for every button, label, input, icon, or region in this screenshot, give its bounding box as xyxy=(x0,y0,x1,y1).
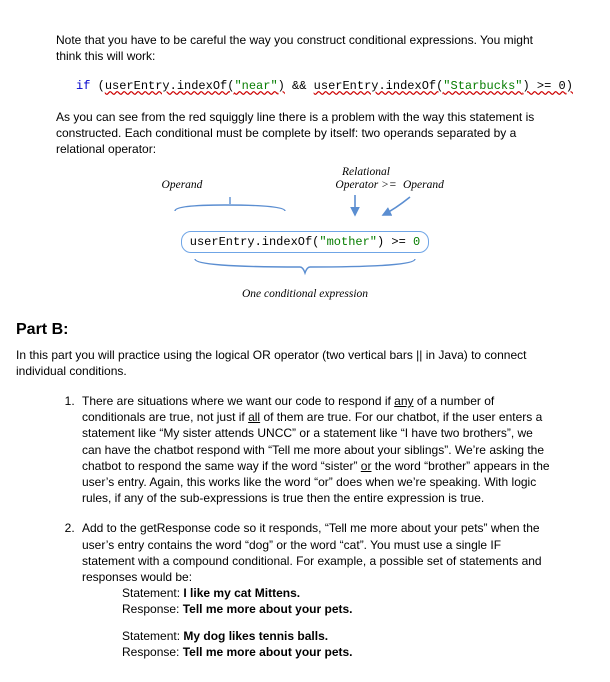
kw-if: if xyxy=(76,79,90,93)
code-call-1a: userEntry.indexOf( xyxy=(105,79,235,93)
code-str2: "Starbucks" xyxy=(443,79,522,93)
list-item-1: There are situations where we want our c… xyxy=(78,393,554,506)
diagram-caption: One conditional expression xyxy=(137,287,473,303)
partb-intro: In this part you will practice using the… xyxy=(16,347,554,379)
code-close: ) xyxy=(566,79,573,93)
partb-heading: Part B: xyxy=(16,319,554,341)
label-operand-right: Operand xyxy=(403,179,444,191)
document-page: Note that you have to be careful the way… xyxy=(0,0,610,682)
list-item-2: Add to the getResponse code so it respon… xyxy=(78,520,554,660)
code-and: && xyxy=(285,79,314,93)
example-1: Statement: I like my cat Mittens. Respon… xyxy=(122,585,554,617)
diagram-code: userEntry.indexOf("mother") >= 0 xyxy=(181,231,429,253)
diagram-brace-bottom xyxy=(185,255,425,277)
label-relational-op: Relational Operator >= xyxy=(331,166,401,191)
numbered-list: There are situations where we want our c… xyxy=(56,393,554,660)
code-call-2b: ) >= 0 xyxy=(523,79,566,93)
example-2: Statement: My dog likes tennis balls. Re… xyxy=(122,628,554,660)
code-open: ( xyxy=(90,79,104,93)
intro-block-2: As you can see from the red squiggly lin… xyxy=(56,109,554,158)
intro-p2: As you can see from the red squiggly lin… xyxy=(56,109,554,158)
diagram: Operand Relational Operator >= Operand xyxy=(56,165,554,303)
label-operand-left: Operand xyxy=(162,179,203,191)
code-call-1b: ) xyxy=(278,79,285,93)
code-example-1: if (userEntry.indexOf("near") && userEnt… xyxy=(76,78,554,94)
intro-block: Note that you have to be careful the way… xyxy=(56,32,554,64)
intro-p1: Note that you have to be careful the way… xyxy=(56,32,554,64)
code-str1: "near" xyxy=(234,79,277,93)
code-call-2a: userEntry.indexOf( xyxy=(314,79,444,93)
diagram-arrows-top xyxy=(155,195,455,221)
